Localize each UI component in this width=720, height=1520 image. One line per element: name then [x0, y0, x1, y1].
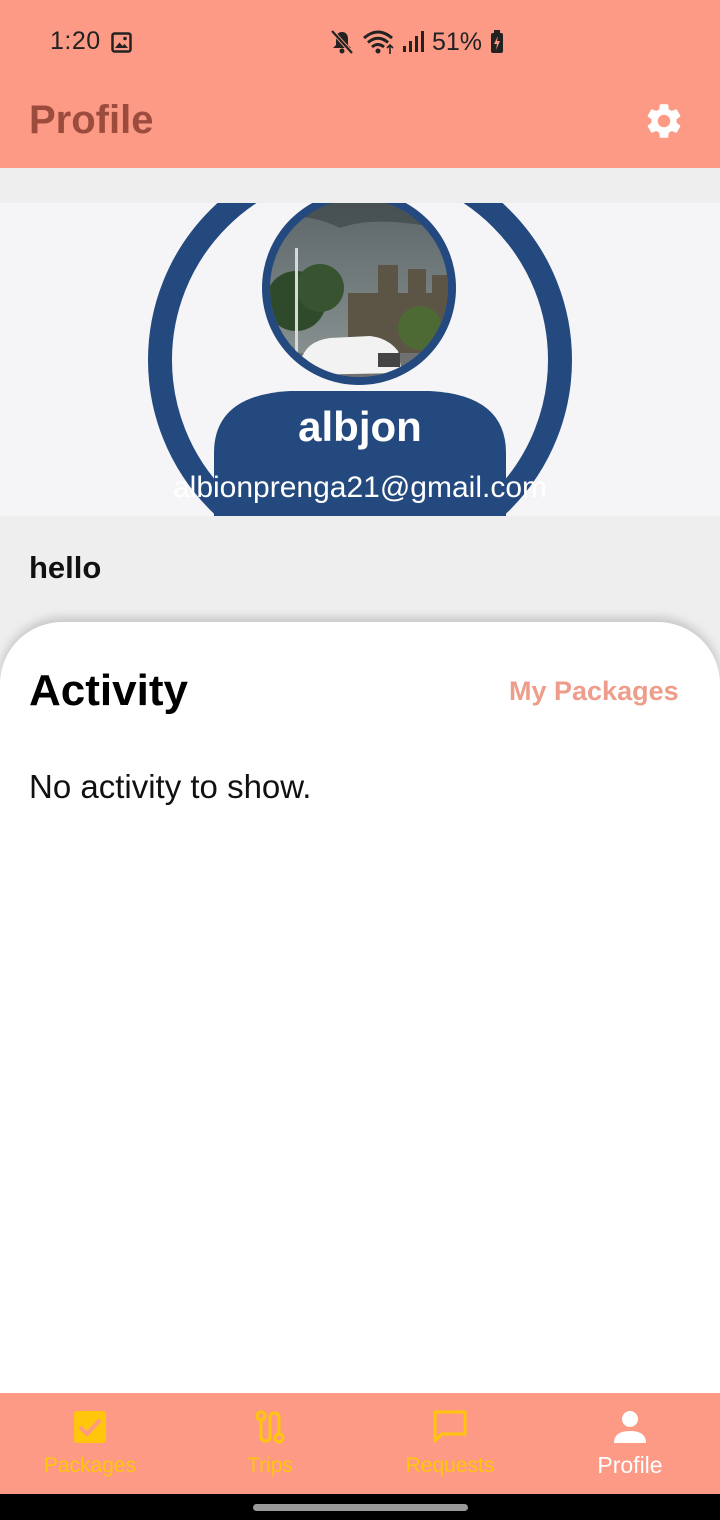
battery-percent: 51% [432, 27, 483, 56]
status-time: 1:20 [50, 27, 101, 55]
gear-icon[interactable] [643, 100, 685, 142]
status-bar: 1:20 51% [0, 0, 720, 84]
my-packages-link[interactable]: My Packages [509, 676, 679, 707]
status-icons: 51% [330, 27, 504, 57]
nav-item-requests[interactable]: Requests [360, 1393, 540, 1494]
nav-item-profile[interactable]: Profile [540, 1393, 720, 1494]
activity-title: Activity [29, 666, 188, 715]
activity-empty-message: No activity to show. [29, 768, 312, 805]
nav-item-trips[interactable]: Trips [180, 1393, 360, 1494]
nav-label-requests: Requests [405, 1454, 495, 1477]
page-title: Profile [29, 98, 154, 142]
mute-icon [330, 29, 354, 55]
profile-header: albjon albionprenga21@gmail.com [0, 203, 720, 516]
system-nav-bar [0, 1494, 720, 1520]
avatar[interactable] [0, 203, 720, 516]
home-indicator[interactable] [253, 1504, 468, 1511]
profile-bio: hello [29, 550, 102, 585]
signal-icon [403, 31, 424, 52]
user-email: albionprenga21@gmail.com [172, 471, 547, 504]
nav-item-packages[interactable]: Packages [0, 1393, 180, 1494]
battery-charging-icon [491, 30, 504, 53]
user-name: albjon [298, 403, 422, 450]
app-bar: Profile [0, 84, 720, 168]
bottom-nav: Packages Trips Requests Profile [0, 1393, 720, 1494]
nav-label-packages: Packages [43, 1454, 137, 1477]
nav-label-profile: Profile [597, 1452, 663, 1478]
chat-bubble-icon [433, 1410, 467, 1443]
image-icon [111, 32, 132, 53]
person-icon [614, 1411, 646, 1443]
activity-card: Activity My Packages No activity to show… [0, 622, 720, 1393]
nav-label-trips: Trips [247, 1454, 293, 1477]
route-icon [255, 1410, 285, 1444]
checkbox-icon [74, 1411, 106, 1443]
wifi-icon [363, 30, 394, 54]
